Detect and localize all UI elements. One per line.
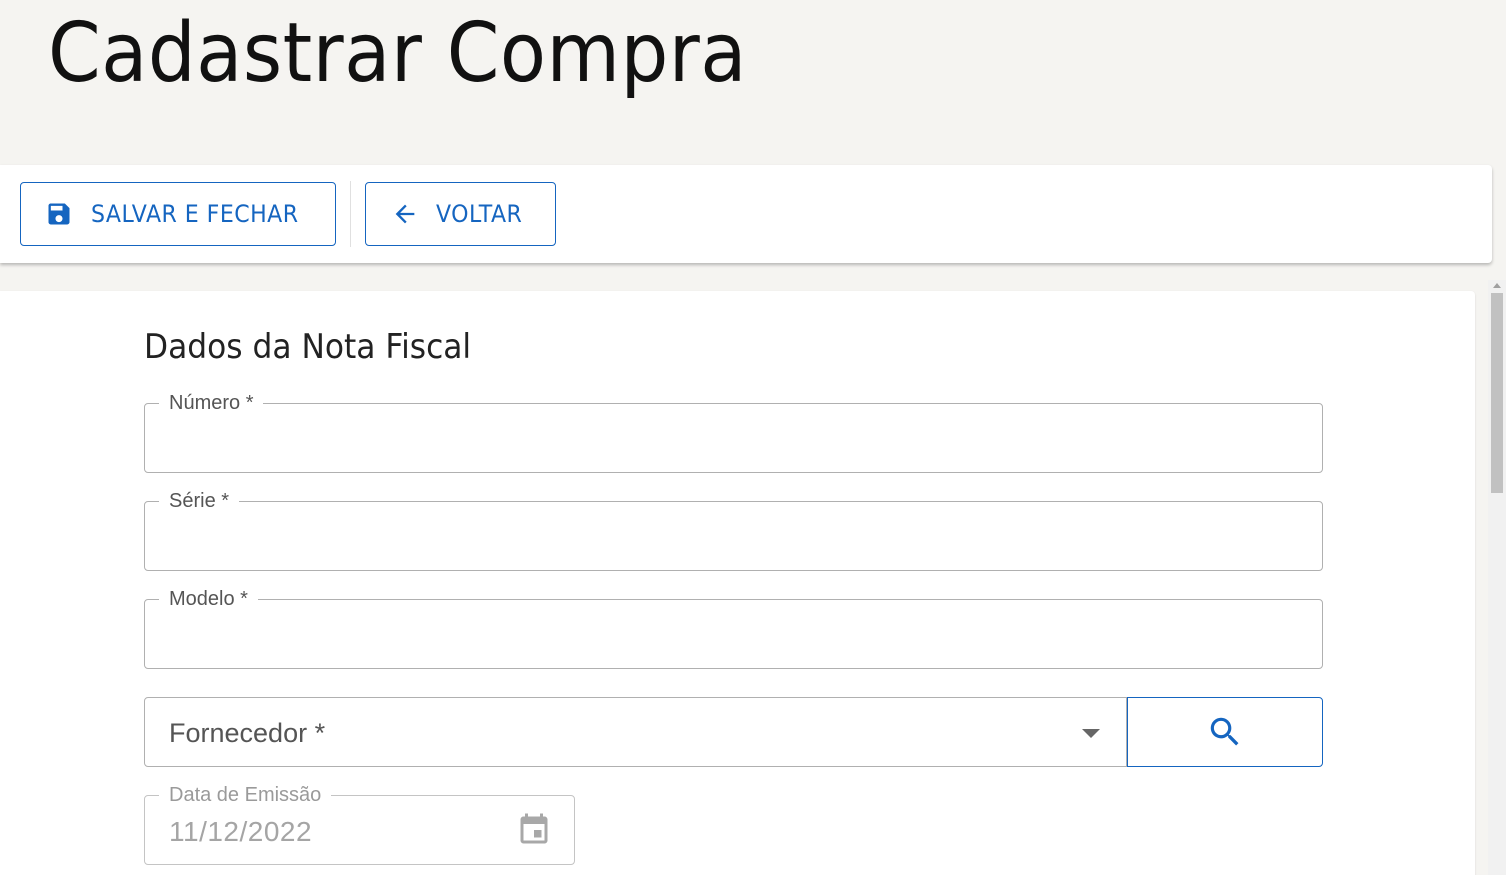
serie-input[interactable] [169,520,1298,554]
back-label: VOLTAR [436,200,523,228]
calendar-icon[interactable] [516,810,552,850]
form-card: Dados da Nota Fiscal Número * Série * Mo… [0,291,1475,875]
fornecedor-select[interactable]: Fornecedor * [144,697,1127,767]
arrow-left-icon [395,204,415,224]
numero-input[interactable] [169,422,1298,456]
modelo-input[interactable] [169,618,1298,652]
search-fornecedor-button[interactable] [1127,697,1323,767]
data-emissao-label: Data de Emissão [159,782,332,808]
save-and-close-button[interactable]: SALVAR E FECHAR [20,182,336,246]
toolbar: SALVAR E FECHAR VOLTAR [0,165,1492,263]
chevron-down-icon [1082,729,1100,738]
scrollbar-thumb[interactable] [1491,293,1503,493]
scrollbar[interactable] [1488,280,1506,875]
numero-label: Número * [159,390,264,416]
data-emissao-field[interactable]: Data de Emissão 11/12/2022 [144,782,575,865]
section-title: Dados da Nota Fiscal [144,327,472,367]
toolbar-divider [350,181,351,247]
serie-label: Série * [159,488,240,514]
serie-field[interactable]: Série * [144,488,1323,571]
save-and-close-label: SALVAR E FECHAR [91,200,299,228]
scroll-up-arrow-icon[interactable] [1493,283,1501,288]
fornecedor-placeholder: Fornecedor * [169,718,326,748]
search-icon [1210,717,1239,746]
data-emissao-value: 11/12/2022 [169,816,313,847]
modelo-field[interactable]: Modelo * [144,586,1323,669]
back-button[interactable]: VOLTAR [365,182,556,246]
floppy-disk-icon [48,203,70,225]
numero-field[interactable]: Número * [144,390,1323,473]
modelo-label: Modelo * [159,586,258,612]
page-title: Cadastrar Compra [48,6,747,101]
